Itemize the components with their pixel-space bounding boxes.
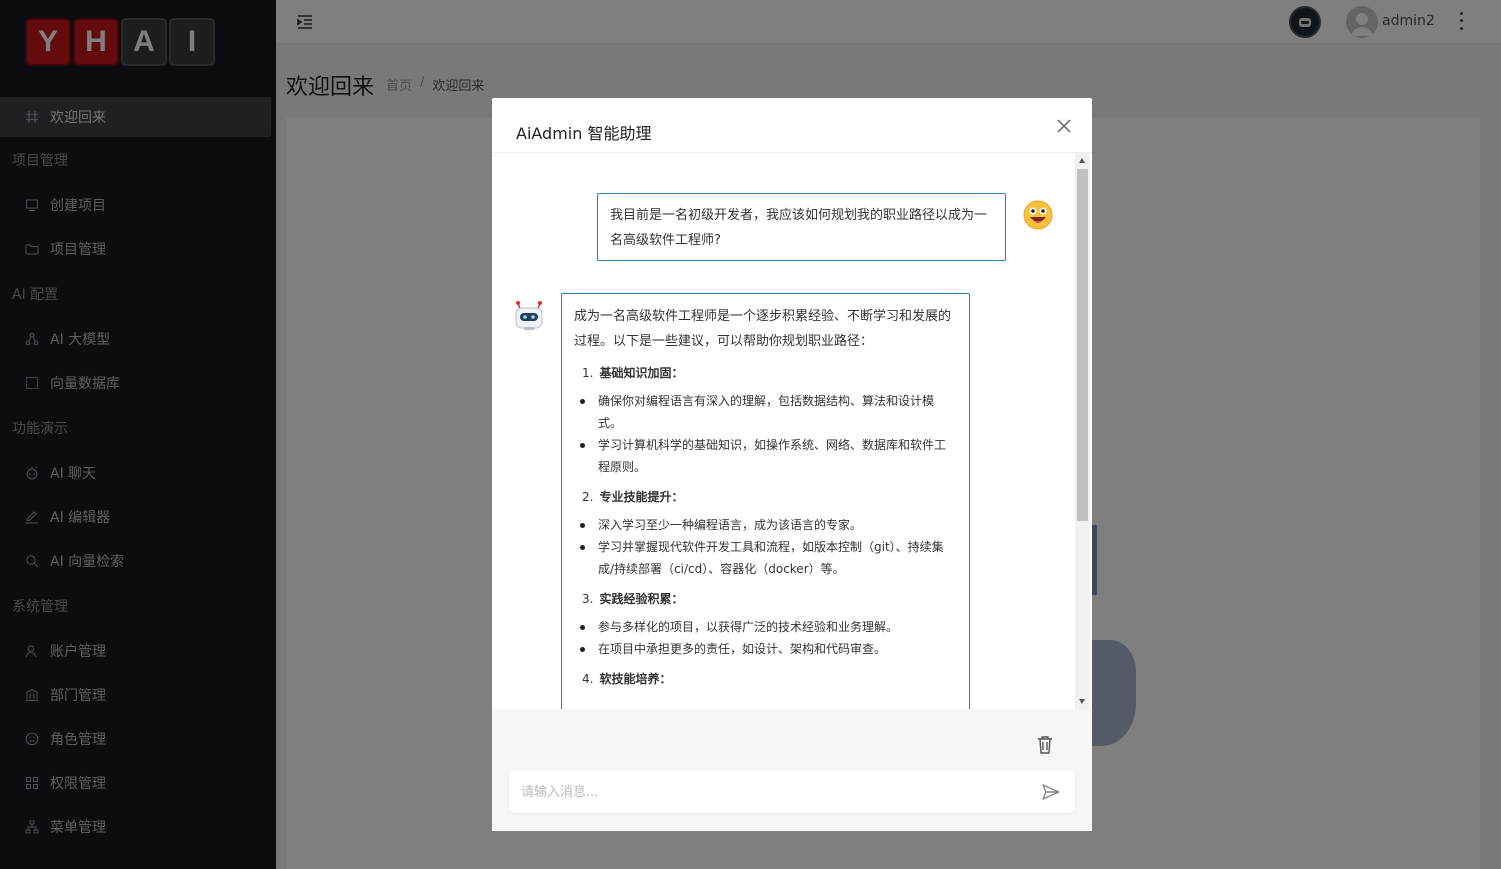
section-title-text: 实践经验积累： (599, 592, 684, 606)
answer-bullet-list: 参与多样化的项目，以获得广泛的技术经验和业务理解。 在项目中承担更多的责任，如设计… (574, 616, 957, 660)
section-number: 2. (582, 490, 594, 504)
section-title-text: 专业技能提升： (599, 490, 684, 504)
scroll-up-arrow-icon[interactable] (1079, 158, 1085, 163)
dialog-footer (492, 709, 1092, 831)
answer-bullet-list: 确保你对编程语言有深入的理解，包括数据结构、算法和设计模式。 学习计算机科学的基础… (574, 390, 957, 478)
trash-icon[interactable] (1036, 735, 1054, 755)
scroll-down-arrow-icon[interactable] (1079, 699, 1085, 704)
dialog-header: AiAdmin 智能助理 (492, 98, 1092, 153)
scrollbar-thumb[interactable] (1077, 169, 1088, 521)
message-input-box (509, 770, 1075, 813)
answer-section-title: 2. 专业技能提升： (574, 486, 957, 508)
section-number: 3. (582, 592, 594, 606)
answer-bullet-item: 学习计算机科学的基础知识，如操作系统、网络、数据库和软件工程原则。 (574, 434, 957, 478)
assistant-message: 成为一名高级软件工程师是一个逐步积累经验、不断学习和发展的过程。以下是一些建议，… (561, 293, 970, 709)
close-icon[interactable] (1054, 116, 1074, 136)
ai-assistant-dialog: AiAdmin 智能助理 我目前是一名初级开发者，我应该如何规划我的职业路径以成… (492, 98, 1092, 831)
answer-section-title: 3. 实践经验积累： (574, 588, 957, 610)
answer-bullet-item: 深入学习至少一种编程语言，成为该语言的专家。 (574, 514, 957, 536)
chat-scrollbar[interactable] (1075, 153, 1090, 709)
answer-bullet-item: 学习并掌握现代软件开发工具和流程，如版本控制（git）、持续集成/持续部署（ci… (574, 536, 957, 580)
answer-section-title: 4. 软技能培养： (574, 668, 957, 690)
section-number: 4. (582, 672, 594, 686)
user-message: 我目前是一名初级开发者，我应该如何规划我的职业路径以成为一名高级软件工程师? (597, 193, 1006, 261)
answer-bullet-item: 在项目中承担更多的责任，如设计、架构和代码审查。 (574, 638, 957, 660)
section-title-text: 基础知识加固： (599, 366, 684, 380)
answer-bullet-list: 深入学习至少一种编程语言，成为该语言的专家。 学习并掌握现代软件开发工具和流程，如… (574, 514, 957, 580)
assistant-intro-text: 成为一名高级软件工程师是一个逐步积累经验、不断学习和发展的过程。以下是一些建议，… (574, 309, 952, 349)
send-icon[interactable] (1041, 782, 1061, 802)
section-number: 1. (582, 366, 594, 380)
answer-section-title: 1. 基础知识加固： (574, 362, 957, 384)
section-title-text: 软技能培养： (599, 672, 672, 686)
dialog-title: AiAdmin 智能助理 (516, 124, 652, 143)
answer-bullet-item: 确保你对编程语言有深入的理解，包括数据结构、算法和设计模式。 (574, 390, 957, 434)
chat-messages[interactable]: 我目前是一名初级开发者，我应该如何规划我的职业路径以成为一名高级软件工程师? 成… (492, 153, 1092, 709)
answer-bullet-item: 参与多样化的项目，以获得广泛的技术经验和业务理解。 (574, 616, 957, 638)
user-emoji-avatar-icon (1022, 199, 1054, 231)
bot-avatar-icon (512, 299, 546, 333)
message-input[interactable] (521, 782, 1021, 802)
